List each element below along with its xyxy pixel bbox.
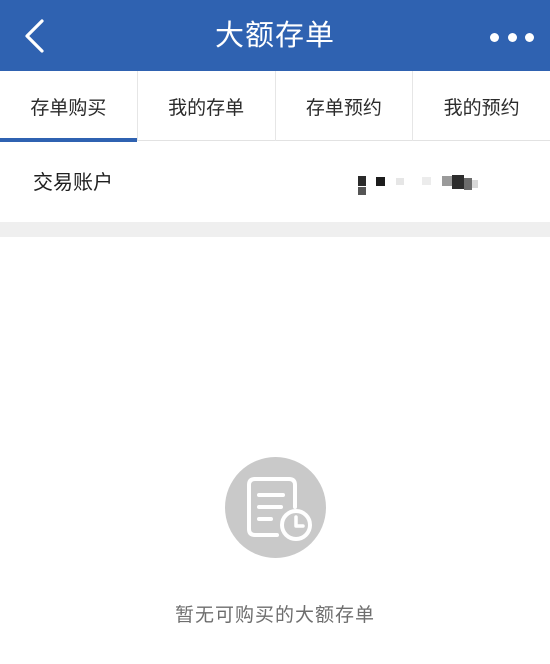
empty-state-message: 暂无可购买的大额存单 (174, 604, 375, 626)
tab-deposit-purchase[interactable]: 存单购买 (0, 71, 138, 142)
masked-account-number (356, 174, 486, 196)
more-button[interactable] (488, 20, 536, 54)
tab-my-reservations[interactable]: 我的预约 (413, 71, 550, 141)
app-header: 大额存单 (0, 0, 550, 71)
tab-label: 存单购买 (30, 96, 107, 119)
tab-bar: 存单购买 我的存单 存单预约 我的预约 (0, 71, 550, 142)
screen: 大额存单 存单购买 我的存单 存单预约 我的预约 交易账户 暂无可购买的大额存单 (0, 0, 550, 664)
tab-label: 我的存单 (168, 96, 245, 119)
document-clock-icon (247, 477, 312, 541)
more-horizontal-icon (525, 32, 534, 42)
tab-my-deposits[interactable]: 我的存单 (138, 71, 276, 141)
tab-deposit-reservation[interactable]: 存单预约 (276, 71, 414, 141)
section-divider (0, 222, 550, 237)
more-horizontal-icon (490, 32, 499, 42)
tab-label: 我的预约 (443, 96, 520, 119)
trading-account-label: 交易账户 (33, 170, 113, 194)
more-horizontal-icon (507, 32, 517, 42)
page-title: 大额存单 (214, 18, 335, 52)
tab-label: 存单预约 (305, 96, 382, 119)
empty-state-icon (225, 457, 326, 558)
